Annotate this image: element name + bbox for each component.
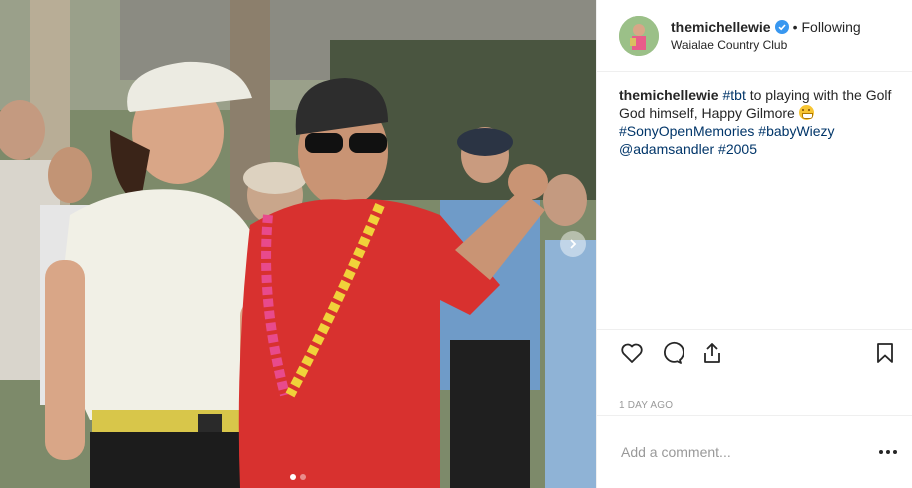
verified-badge-icon: [774, 20, 789, 34]
username-link[interactable]: themichellewie: [671, 19, 771, 35]
more-options-icon: [879, 450, 883, 454]
hashtag-tbt[interactable]: #tbt: [722, 87, 745, 103]
location-link[interactable]: Waialae Country Club: [671, 38, 861, 52]
post-caption: themichellewie #tbt to playing with the …: [597, 72, 912, 330]
hashtag-babywiezy[interactable]: #babyWiezy: [758, 123, 834, 139]
post-side-panel: themichellewie • Following Waialae Count…: [596, 0, 912, 488]
share-icon: [704, 343, 720, 363]
avatar-image: [619, 15, 659, 56]
following-button[interactable]: Following: [802, 19, 861, 35]
share-button[interactable]: [699, 340, 725, 366]
post-header: themichellewie • Following Waialae Count…: [597, 0, 912, 72]
comment-form: [597, 416, 912, 488]
grinning-face-emoji-icon: [798, 105, 814, 120]
like-button[interactable]: [619, 340, 645, 366]
caption-username[interactable]: themichellewie: [619, 87, 719, 103]
post-photo[interactable]: [0, 0, 596, 488]
carousel-dot: [290, 474, 296, 480]
action-bar: [597, 330, 912, 376]
hashtag-2005[interactable]: #2005: [718, 141, 757, 157]
instagram-post: themichellewie • Following Waialae Count…: [0, 0, 912, 488]
bookmark-icon: [877, 343, 893, 363]
mention-adamsandler[interactable]: @adamsandler: [619, 141, 714, 157]
hashtag-sonyopenmemories[interactable]: #SonyOpenMemories: [619, 123, 754, 139]
comment-icon: [664, 341, 684, 364]
chevron-right-icon: [570, 239, 577, 249]
photo-illustration: [0, 0, 596, 488]
carousel-next-button[interactable]: [560, 231, 586, 257]
separator-dot: •: [792, 19, 798, 35]
save-button[interactable]: [872, 340, 898, 366]
carousel-indicator: [0, 474, 596, 480]
post-timestamp[interactable]: 1 DAY AGO: [597, 376, 912, 416]
carousel-dot: [300, 474, 306, 480]
avatar[interactable]: [619, 15, 659, 56]
comment-button[interactable]: [659, 340, 685, 366]
more-options-button[interactable]: [878, 450, 898, 454]
comment-input[interactable]: [619, 443, 878, 461]
heart-icon: [621, 343, 643, 363]
